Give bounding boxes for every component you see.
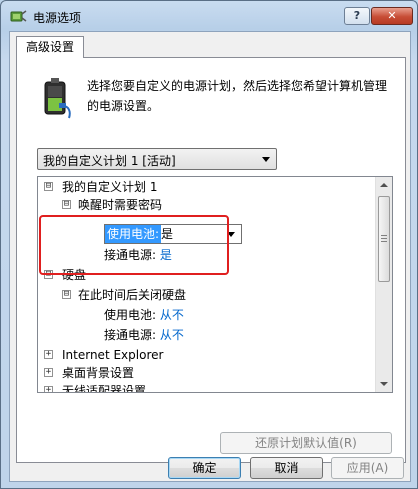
apply-button[interactable]: 应用(A) — [331, 457, 404, 479]
tree-item-label: 我的自定义计划 1 — [62, 180, 158, 194]
disk-battery-label: 使用电池: — [104, 308, 157, 322]
collapse-icon[interactable]: ⊟ — [44, 182, 53, 191]
disk-battery-value[interactable]: 从不 — [160, 308, 184, 322]
battery-plug-icon — [44, 78, 71, 119]
power-options-icon — [10, 10, 27, 22]
plan-dropdown[interactable]: 我的自定义计划 1 [活动] — [37, 148, 277, 170]
description-text: 选择您要自定义的电源计划，然后选择您希望计算机管理的电源设置。 — [87, 79, 388, 113]
expand-icon[interactable]: + — [44, 350, 53, 359]
scroll-down-arrow-icon[interactable] — [376, 375, 392, 392]
tree-item-label: 在此时间后关闭硬盘 — [78, 288, 187, 302]
scroll-up-arrow-icon[interactable] — [376, 177, 392, 194]
dialog-client: 高级设置 选择您要自定义的电源计划，然后选择您希望计算机管理的电源设置。 我的自… — [9, 31, 411, 482]
tree-item-label: Internet Explorer — [62, 348, 164, 362]
tree-item-disk-plugged[interactable]: 接通电源: 从不 — [104, 326, 184, 344]
expand-icon[interactable]: + — [44, 368, 53, 377]
tree-scrollbar[interactable] — [375, 177, 392, 392]
disk-plugged-value[interactable]: 从不 — [160, 328, 184, 342]
scroll-thumb[interactable] — [378, 196, 390, 282]
tree-item-label: 桌面背景设置 — [62, 366, 135, 380]
title-bar[interactable]: 电源选项 ? ✕ — [1, 1, 417, 31]
collapse-icon[interactable]: ⊟ — [62, 200, 71, 209]
power-options-window: 电源选项 ? ✕ 高级设置 选择您要自定义的电源计划，然后选择您希望计算机管理的… — [0, 0, 418, 489]
tree-item-disk-battery[interactable]: 使用电池: 从不 — [104, 306, 184, 324]
tab-advanced-settings[interactable]: 高级设置 — [16, 36, 84, 58]
disk-plugged-label: 接通电源: — [104, 328, 157, 342]
window-title: 电源选项 — [33, 11, 82, 25]
settings-tree[interactable]: ⊟ 我的自定义计划 1 ⊟ 唤醒时需要密码 使用电池: 是 接通电源: 是 ⊟ … — [37, 176, 393, 393]
help-button[interactable]: ? — [344, 7, 370, 25]
tree-item-label: 无线适配器设置 — [62, 384, 147, 393]
restore-defaults-button[interactable]: 还原计划默认值(R) — [220, 432, 392, 454]
ok-button[interactable]: 确定 — [168, 457, 241, 479]
chevron-down-icon — [262, 157, 270, 162]
close-button[interactable]: ✕ — [371, 7, 413, 25]
cancel-button[interactable]: 取消 — [250, 457, 323, 479]
grip-icon — [381, 235, 387, 242]
plan-dropdown-value: 我的自定义计划 1 [活动] — [43, 154, 176, 168]
expand-icon[interactable]: + — [44, 386, 53, 392]
advanced-settings-panel: 选择您要自定义的电源计划，然后选择您希望计算机管理的电源设置。 我的自定义计划 … — [16, 57, 406, 463]
collapse-icon[interactable]: ⊟ — [62, 290, 71, 299]
annotation-highlight-box — [39, 215, 229, 275]
tree-item-label: 唤醒时需要密码 — [78, 198, 163, 212]
